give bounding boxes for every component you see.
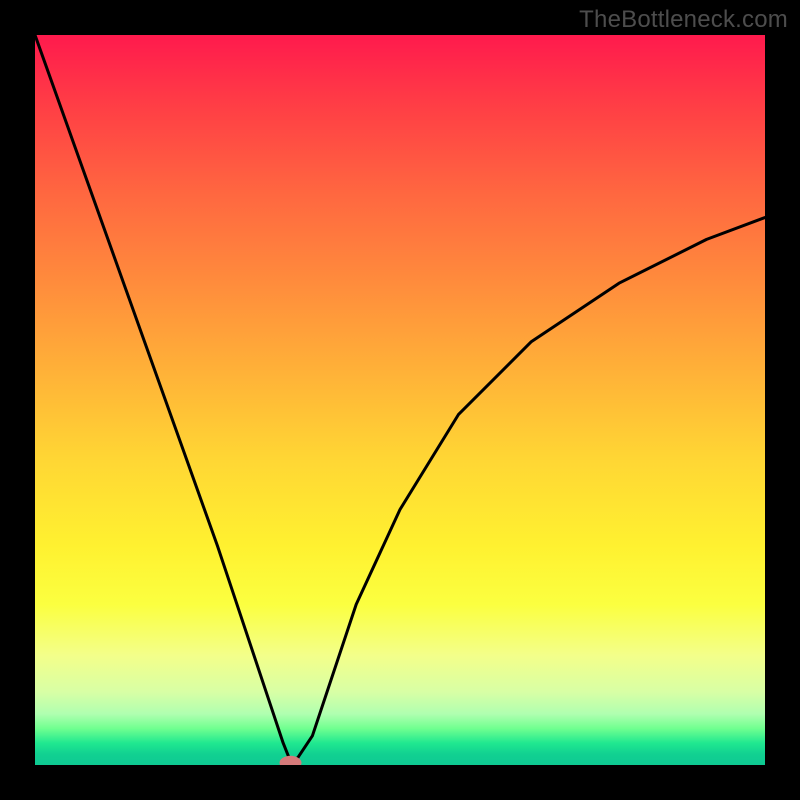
chart-svg <box>35 35 765 765</box>
chart-frame: TheBottleneck.com <box>0 0 800 800</box>
chart-plot-area <box>35 35 765 765</box>
watermark-text: TheBottleneck.com <box>579 6 788 34</box>
bottleneck-curve <box>35 35 765 761</box>
